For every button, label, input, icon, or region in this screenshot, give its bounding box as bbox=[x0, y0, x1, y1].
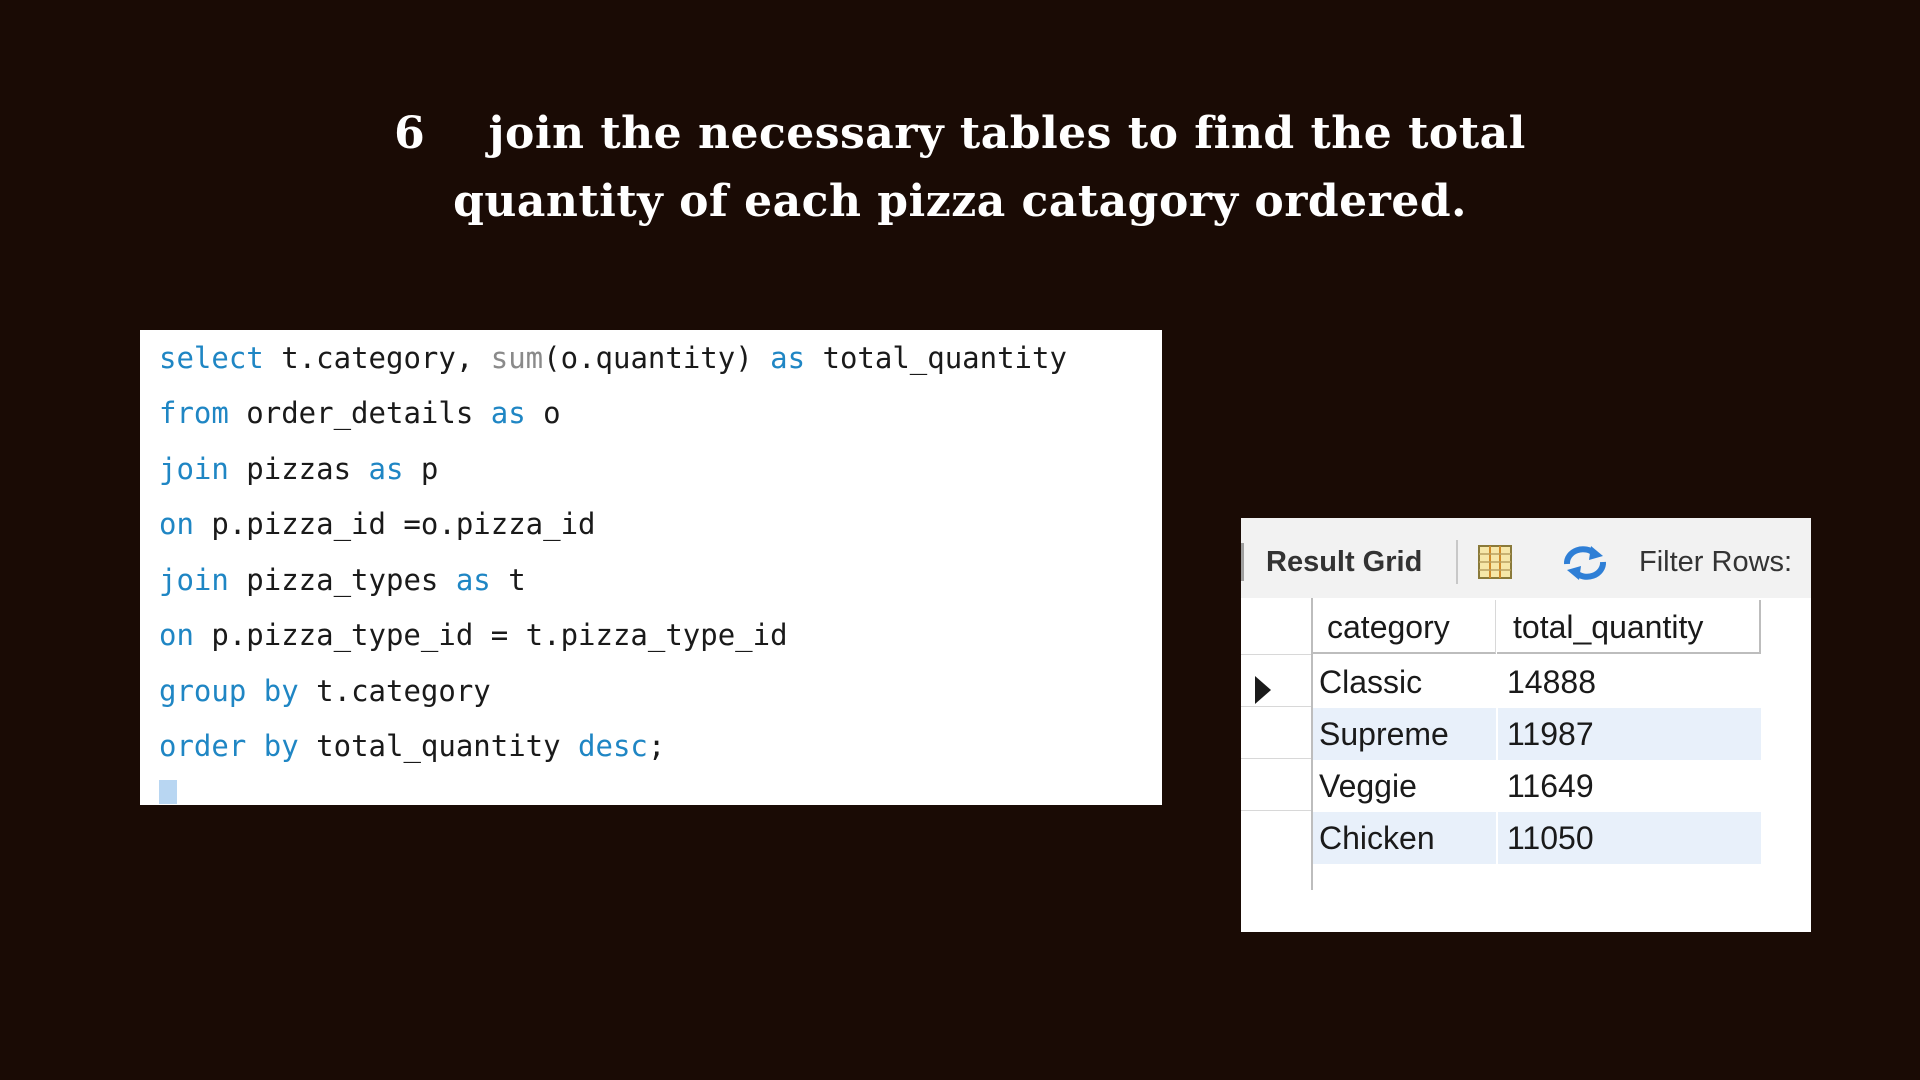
sql-function: sum bbox=[490, 341, 544, 375]
gutter-divider bbox=[1241, 810, 1311, 811]
table-row[interactable]: Chicken 11050 bbox=[1313, 812, 1761, 864]
sql-keyword: join bbox=[159, 452, 229, 486]
row-gutter bbox=[1241, 598, 1313, 890]
cell-category: Chicken bbox=[1319, 820, 1435, 856]
sql-text: (o.quantity) bbox=[543, 341, 771, 375]
sql-text: t.category, bbox=[263, 341, 491, 375]
sql-editor[interactable]: select t.category, sum(o.quantity) as to… bbox=[140, 330, 1162, 805]
sql-text: o bbox=[525, 396, 561, 430]
sql-keyword: from bbox=[159, 396, 229, 430]
title-line-2: quantity of each pizza catagory ordered. bbox=[453, 176, 1467, 227]
filter-rows-label: Filter Rows: bbox=[1639, 546, 1793, 578]
sql-line: from order_details as o bbox=[159, 393, 561, 433]
sql-keyword: group by bbox=[159, 674, 299, 708]
cell-total-quantity: 14888 bbox=[1507, 664, 1596, 700]
sql-keyword: on bbox=[159, 618, 194, 652]
refresh-icon[interactable] bbox=[1561, 544, 1609, 582]
result-grid-panel: Result Grid Filter Rows: category total_… bbox=[1241, 518, 1811, 932]
sql-text: order_details bbox=[228, 396, 491, 430]
gutter-divider bbox=[1241, 758, 1311, 759]
cell-total-quantity: 11050 bbox=[1507, 820, 1594, 856]
sql-line: on p.pizza_type_id = t.pizza_type_id bbox=[159, 615, 788, 655]
sql-keyword: desc bbox=[578, 729, 648, 763]
sql-text: p.pizza_id =o.pizza_id bbox=[193, 507, 596, 541]
sql-keyword: join bbox=[159, 563, 229, 597]
sql-text: pizzas bbox=[228, 452, 369, 486]
column-header-category[interactable]: category bbox=[1313, 600, 1496, 654]
sql-text: total_quantity bbox=[298, 729, 579, 763]
table-row[interactable]: Supreme 11987 bbox=[1313, 708, 1761, 760]
slide: 6 join the necessary tables to find the … bbox=[0, 0, 1920, 1080]
sql-text: t.category bbox=[298, 674, 491, 708]
sql-text: ; bbox=[647, 729, 666, 763]
cell-total-quantity: 11649 bbox=[1507, 768, 1594, 804]
toolbar-separator bbox=[1456, 540, 1458, 584]
table-row[interactable]: Veggie 11649 bbox=[1313, 760, 1761, 812]
cell-total-quantity: 11987 bbox=[1507, 716, 1594, 752]
sql-keyword: as bbox=[455, 563, 491, 597]
sql-text: total_quantity bbox=[805, 341, 1067, 375]
cell-category: Classic bbox=[1319, 664, 1423, 700]
table-row[interactable]: Classic 14888 bbox=[1313, 656, 1761, 708]
sql-keyword: select bbox=[159, 341, 264, 375]
sql-keyword: as bbox=[368, 452, 404, 486]
text-cursor bbox=[159, 780, 177, 804]
sql-line: select t.category, sum(o.quantity) as to… bbox=[159, 338, 1067, 378]
sql-line: order by total_quantity desc; bbox=[159, 726, 665, 766]
sql-line: join pizzas as p bbox=[159, 449, 438, 489]
sql-line: on p.pizza_id =o.pizza_id bbox=[159, 504, 596, 544]
cell-category: Veggie bbox=[1319, 768, 1417, 804]
sql-text: p.pizza_type_id = t.pizza_type_id bbox=[193, 618, 788, 652]
sql-line: group by t.category bbox=[159, 671, 491, 711]
sql-text: p bbox=[403, 452, 439, 486]
cell-category: Supreme bbox=[1319, 716, 1449, 752]
result-toolbar: Result Grid Filter Rows: bbox=[1241, 518, 1811, 598]
sql-keyword: order by bbox=[159, 729, 299, 763]
column-divider bbox=[1496, 708, 1498, 760]
current-row-arrow-icon bbox=[1255, 676, 1271, 704]
slide-title: 6 join the necessary tables to find the … bbox=[0, 100, 1920, 236]
sql-line: join pizza_types as t bbox=[159, 560, 526, 600]
sql-text: t bbox=[490, 563, 526, 597]
title-line-1: 6 join the necessary tables to find the … bbox=[394, 108, 1526, 159]
result-grid-tab[interactable]: Result Grid bbox=[1266, 542, 1422, 582]
column-header-total-quantity[interactable]: total_quantity bbox=[1497, 600, 1761, 654]
sql-keyword: on bbox=[159, 507, 194, 541]
gutter-divider bbox=[1241, 706, 1311, 707]
sql-text: pizza_types bbox=[228, 563, 456, 597]
sql-keyword: as bbox=[770, 341, 806, 375]
sql-keyword: as bbox=[490, 396, 526, 430]
grid-layout-icon[interactable] bbox=[1477, 544, 1513, 580]
gutter-divider bbox=[1241, 654, 1311, 655]
toolbar-edge bbox=[1241, 543, 1244, 581]
column-divider bbox=[1496, 812, 1498, 864]
